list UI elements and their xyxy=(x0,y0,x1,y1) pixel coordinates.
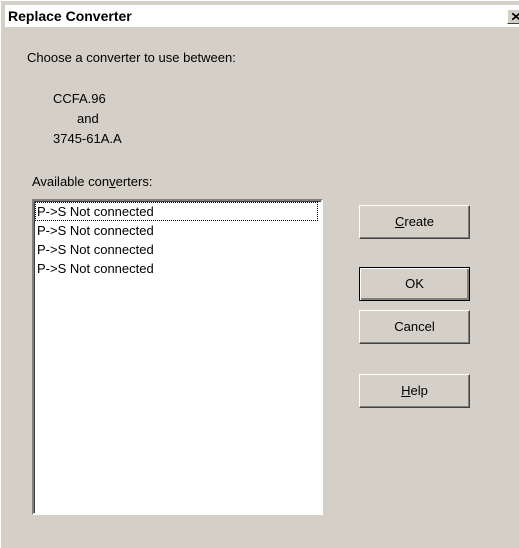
second-converter-name: 3745-61A.A xyxy=(53,131,122,146)
help-button[interactable]: Help xyxy=(359,374,470,408)
first-converter-name: CCFA.96 xyxy=(53,91,106,106)
title-bar[interactable]: Replace Converter xyxy=(5,5,519,27)
conjunction-text: and xyxy=(77,111,99,126)
converters-list: P->S Not connected P->S Not connected P-… xyxy=(35,202,321,513)
window-title: Replace Converter xyxy=(8,8,132,24)
label-part-after: erters: xyxy=(115,174,153,189)
ok-label: OK xyxy=(405,276,424,291)
ok-button[interactable]: OK xyxy=(359,267,470,301)
create-label: reate xyxy=(404,214,435,229)
cancel-label: Cancel xyxy=(394,319,435,334)
list-item[interactable]: P->S Not connected xyxy=(35,240,318,259)
list-item[interactable]: P->S Not connected xyxy=(35,221,318,240)
list-item[interactable]: P->S Not connected xyxy=(35,259,318,278)
list-item[interactable]: P->S Not connected xyxy=(35,202,318,221)
close-icon xyxy=(512,13,519,20)
help-label: elp xyxy=(410,383,428,398)
help-mnemonic: H xyxy=(401,383,411,398)
available-converters-label: Available converters: xyxy=(32,174,152,189)
create-mnemonic: C xyxy=(394,214,405,229)
converters-listbox[interactable]: P->S Not connected P->S Not connected P-… xyxy=(32,199,323,515)
replace-converter-dialog: Replace Converter Choose a converter to … xyxy=(0,0,519,548)
label-part-before: Available con xyxy=(32,174,110,189)
prompt-text: Choose a converter to use between: xyxy=(27,50,236,65)
close-button[interactable] xyxy=(507,9,519,24)
create-button[interactable]: Create xyxy=(359,205,470,239)
cancel-button[interactable]: Cancel xyxy=(359,310,470,344)
